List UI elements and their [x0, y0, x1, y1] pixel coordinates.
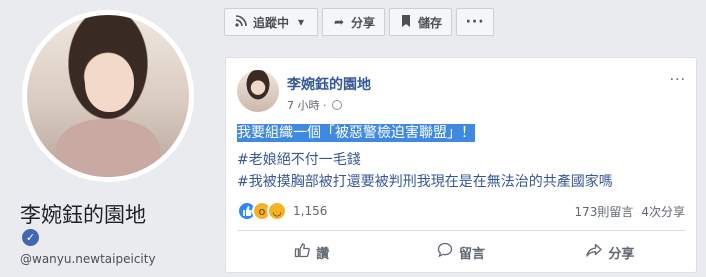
like-button-label: 讚 — [316, 246, 330, 262]
post-text-line: 我要組織一個「被惡警檢迫害聯盟」！ — [237, 122, 475, 142]
speech-bubble-icon — [437, 242, 453, 262]
thumbs-up-icon — [294, 242, 310, 262]
profile-column: 李婉鈺的園地 ✓ @wanyu.newtaipeicity — [0, 0, 210, 277]
haha-reaction-icon: ◡ — [267, 201, 287, 221]
highlighted-text: 我要組織一個「被惡警檢迫害聯盟」！ — [237, 124, 475, 142]
post-stats: 173則留言 4次分享 — [574, 203, 685, 220]
post-author-name[interactable]: 李婉鈺的園地 — [287, 74, 371, 94]
post-timestamp[interactable]: 7 小時 · — [287, 97, 327, 113]
page-name[interactable]: 李婉鈺的園地 — [20, 199, 146, 229]
save-button[interactable]: 儲存 — [389, 8, 453, 36]
save-button-label: 儲存 — [418, 15, 443, 30]
reaction-count: 1,156 — [293, 204, 328, 218]
comment-button-label: 留言 — [458, 246, 485, 262]
post-actions: 讚 留言 分享 — [237, 236, 685, 268]
page-handle[interactable]: @wanyu.newtaipeicity — [20, 252, 156, 266]
share-page-label: 分享 — [351, 15, 376, 30]
rss-icon — [234, 14, 248, 30]
verified-badge-icon: ✓ — [22, 229, 39, 246]
bookmark-icon — [399, 14, 413, 30]
share-count[interactable]: 4次分享 — [641, 203, 685, 220]
share-arrow-icon — [586, 242, 602, 262]
post-card: 李婉鈺的園地 7 小時 · ··· 我要組織一個「被惡警檢迫害聯盟」！ #老娘絕… — [225, 57, 697, 273]
comment-button[interactable]: 留言 — [386, 236, 535, 268]
follow-button-label: 追蹤中 — [253, 15, 290, 30]
more-options-button[interactable]: ··· — [456, 8, 495, 36]
chevron-down-icon: ▾ — [298, 15, 305, 29]
post-meta: 7 小時 · — [287, 97, 342, 113]
post-author-avatar[interactable] — [237, 70, 279, 112]
profile-photo — [27, 15, 189, 177]
share-arrow-icon: ➦ — [333, 15, 345, 29]
share-page-button[interactable]: ➦ 分享 — [322, 8, 386, 36]
hashtag-link[interactable]: #我被摸胸部被打還要被判刑我現在是在無法治的共產國家嗎 — [237, 171, 613, 191]
like-button[interactable]: 讚 — [237, 236, 386, 268]
reaction-summary[interactable]: o ◡ 1,156 — [237, 200, 327, 222]
hashtag-link[interactable]: #老娘絕不付一毛錢 — [237, 149, 361, 169]
comment-count[interactable]: 173則留言 — [574, 203, 633, 220]
post-options-button[interactable]: ··· — [670, 72, 686, 88]
share-button[interactable]: 分享 — [536, 236, 685, 268]
divider — [237, 230, 685, 231]
page-action-bar: 追蹤中 ▾ ➦ 分享 儲存 ··· — [224, 8, 495, 36]
globe-icon — [331, 100, 342, 110]
profile-avatar[interactable] — [22, 10, 194, 182]
follow-button[interactable]: 追蹤中 ▾ — [224, 8, 319, 36]
share-button-label: 分享 — [608, 246, 635, 262]
